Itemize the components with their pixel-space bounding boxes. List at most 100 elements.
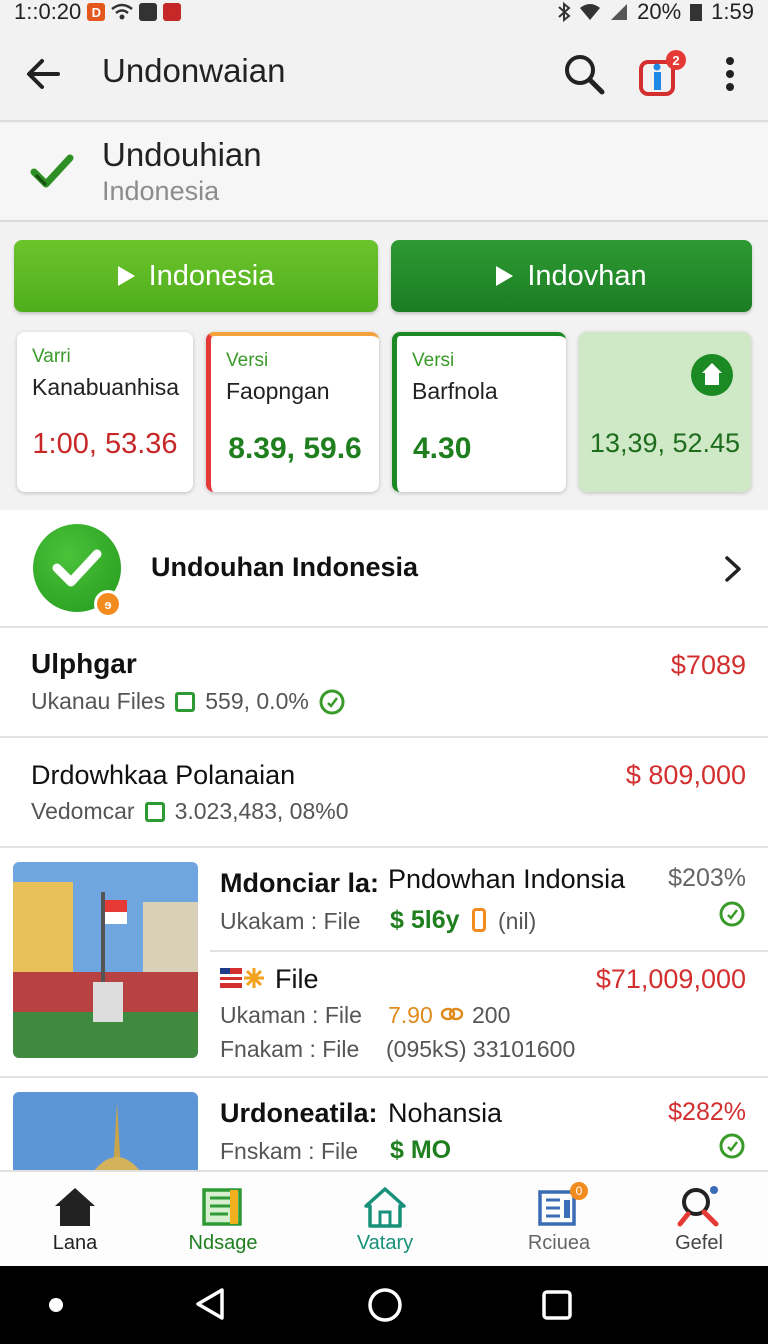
play-icon bbox=[117, 266, 135, 286]
nav-label: Rciuea bbox=[527, 1232, 591, 1254]
hero-badge: ɘ bbox=[94, 590, 122, 618]
page-title: Undonwaian bbox=[102, 52, 286, 89]
list-item[interactable]: Ulphgar $7089 Ukanau Files 559, 0.0% bbox=[0, 628, 768, 736]
hero-row[interactable]: ɘ Undouhan Indonesia bbox=[0, 510, 768, 626]
media-title-a: Urdoneatila: bbox=[220, 1098, 378, 1128]
status-time-left: 1::0:20 bbox=[14, 0, 82, 24]
check-circle-icon bbox=[319, 689, 345, 714]
media-row2-line2-label: Fnakam : File bbox=[220, 1036, 360, 1062]
home-circle-icon[interactable] bbox=[366, 1286, 404, 1324]
cell-signal-icon bbox=[611, 4, 628, 20]
item-sub: Ukanau Files 559, 0.0% bbox=[31, 688, 345, 715]
media-title-b: Nohansia bbox=[388, 1098, 503, 1128]
bottom-nav: Lana Ndsage Vatary 0 Rciuea Gefel bbox=[0, 1170, 768, 1266]
stat-card-2[interactable]: Versi Faopngan 8.39, 59.6 bbox=[206, 332, 379, 492]
nav-item-home[interactable]: Lana bbox=[0, 1172, 150, 1268]
coin-icon bbox=[472, 908, 486, 932]
secondary-play-button[interactable]: Indovhan bbox=[391, 240, 752, 312]
play-icon bbox=[496, 266, 514, 286]
secondary-button-label: Indovhan bbox=[527, 259, 647, 292]
item-price: $ 809,000 bbox=[625, 760, 746, 790]
wifi-signal-icon bbox=[580, 4, 601, 20]
item-stat: 3.023,483, 08%0 bbox=[174, 798, 349, 824]
card-value: 13,39, 52.45 bbox=[589, 428, 741, 458]
recents-square-icon[interactable] bbox=[540, 1288, 574, 1322]
app-icon bbox=[139, 3, 158, 21]
nav-item-gefel[interactable]: Gefel bbox=[624, 1172, 768, 1268]
divider bbox=[0, 1076, 768, 1078]
nav-item-vatary[interactable]: Vatary bbox=[310, 1172, 460, 1268]
home-badge-icon bbox=[691, 354, 733, 396]
stat-card-1[interactable]: Varri Kanabuanhisa 1:00, 53.36 bbox=[17, 332, 193, 492]
wifi-icon bbox=[111, 3, 134, 20]
home-icon bbox=[55, 1188, 95, 1226]
ceremony-photo-icon bbox=[13, 862, 198, 1058]
card-value: 8.39, 59.6 bbox=[228, 432, 362, 465]
primary-play-button[interactable]: Indonesia bbox=[14, 240, 378, 312]
more-vert-icon[interactable] bbox=[712, 50, 748, 98]
notification-count-badge: 2 bbox=[666, 50, 686, 70]
app-bar: Undonwaian 2 bbox=[0, 24, 768, 122]
nav-label: Gefel bbox=[675, 1232, 723, 1254]
card-name: Faopngan bbox=[226, 378, 330, 404]
media-row2-price: $71,009,000 bbox=[595, 964, 746, 994]
check-circle-icon bbox=[719, 901, 745, 927]
media-line1-label: Fnskam : File bbox=[220, 1138, 359, 1164]
notifications-button[interactable]: 2 bbox=[636, 50, 686, 100]
media-line1-value: $ MO bbox=[390, 1136, 452, 1164]
header-info: Undouhian Indonesia bbox=[0, 124, 768, 222]
hero-title: Undouhan Indonesia bbox=[151, 552, 418, 582]
dot-icon[interactable] bbox=[46, 1295, 66, 1315]
item-sub-label: Ukanau Files bbox=[31, 688, 166, 714]
battery-icon bbox=[690, 4, 703, 21]
card-value: 1:00, 53.36 bbox=[32, 428, 178, 460]
item-sub-label: Vedomcar bbox=[31, 798, 135, 824]
photo-thumbnail[interactable] bbox=[13, 862, 198, 1058]
card-label: Versi bbox=[226, 350, 269, 371]
bluetooth-icon bbox=[558, 2, 571, 22]
nav-label: Ndsage bbox=[188, 1232, 258, 1254]
card-name: Kanabuanhisa bbox=[32, 374, 180, 400]
search-icon[interactable] bbox=[560, 50, 608, 98]
search-person-icon bbox=[677, 1186, 719, 1227]
battery-percent: 20% bbox=[637, 0, 682, 24]
house-outline-icon bbox=[364, 1187, 406, 1228]
media-row2-line1-value: 7.90 bbox=[388, 1002, 433, 1028]
media-row2-line2-value: (095kS) 3310160​0 bbox=[386, 1036, 576, 1062]
chevron-right-icon bbox=[725, 556, 741, 582]
header-name: Undouhian bbox=[102, 136, 262, 173]
media-title-a: Mdonciar la: bbox=[220, 868, 380, 898]
card-label: Versi bbox=[412, 350, 455, 371]
list-item[interactable]: Drdowhkaa Polanaian $ 809,000 Vedomcar 3… bbox=[0, 738, 768, 846]
media-row2-title: File bbox=[275, 964, 319, 994]
header-subtitle: Indonesia bbox=[102, 176, 220, 206]
nav-item-ndsage[interactable]: Ndsage bbox=[148, 1172, 298, 1268]
photo-thumbnail[interactable] bbox=[13, 1092, 198, 1170]
item-title: Drdowhkaa Polanaian bbox=[31, 760, 296, 790]
media-pct: $203% bbox=[668, 864, 746, 892]
content-list: ɘ Undouhan Indonesia Ulphgar $7089 Ukana… bbox=[0, 510, 768, 1170]
stat-card-3[interactable]: Versi Barfnola 4.30 bbox=[392, 332, 566, 492]
media-line1-value: $ 5l6y bbox=[390, 906, 460, 934]
card-label: Varri bbox=[32, 346, 71, 367]
nav-item-rciuea[interactable]: 0 Rciuea bbox=[484, 1172, 634, 1268]
divider bbox=[0, 846, 768, 848]
nav-badge: 0 bbox=[570, 1182, 588, 1200]
nav-label: Lana bbox=[52, 1232, 98, 1254]
media-title-b: Pndowhan Indonsia bbox=[388, 864, 626, 894]
back-arrow-icon[interactable] bbox=[22, 52, 66, 96]
map-book-icon bbox=[202, 1188, 242, 1226]
stat-card-4[interactable]: 13,39, 52.45 bbox=[579, 332, 751, 492]
status-bar: 1::0:20 D 20% 1:59 bbox=[0, 0, 768, 24]
app-notification-icon: D bbox=[87, 3, 106, 21]
nav-label: Vatary bbox=[356, 1232, 414, 1254]
divider bbox=[210, 950, 768, 952]
media-row2-line1-label: Ukaman : File bbox=[220, 1002, 362, 1028]
item-price: $7089 bbox=[670, 650, 746, 680]
link-icon bbox=[440, 1007, 464, 1021]
item-title: Ulphgar bbox=[31, 648, 137, 679]
media-line1-extra: (nil) bbox=[498, 908, 537, 934]
back-triangle-icon[interactable] bbox=[192, 1286, 228, 1322]
flag-icon bbox=[220, 968, 264, 988]
alert-icon bbox=[163, 3, 182, 21]
